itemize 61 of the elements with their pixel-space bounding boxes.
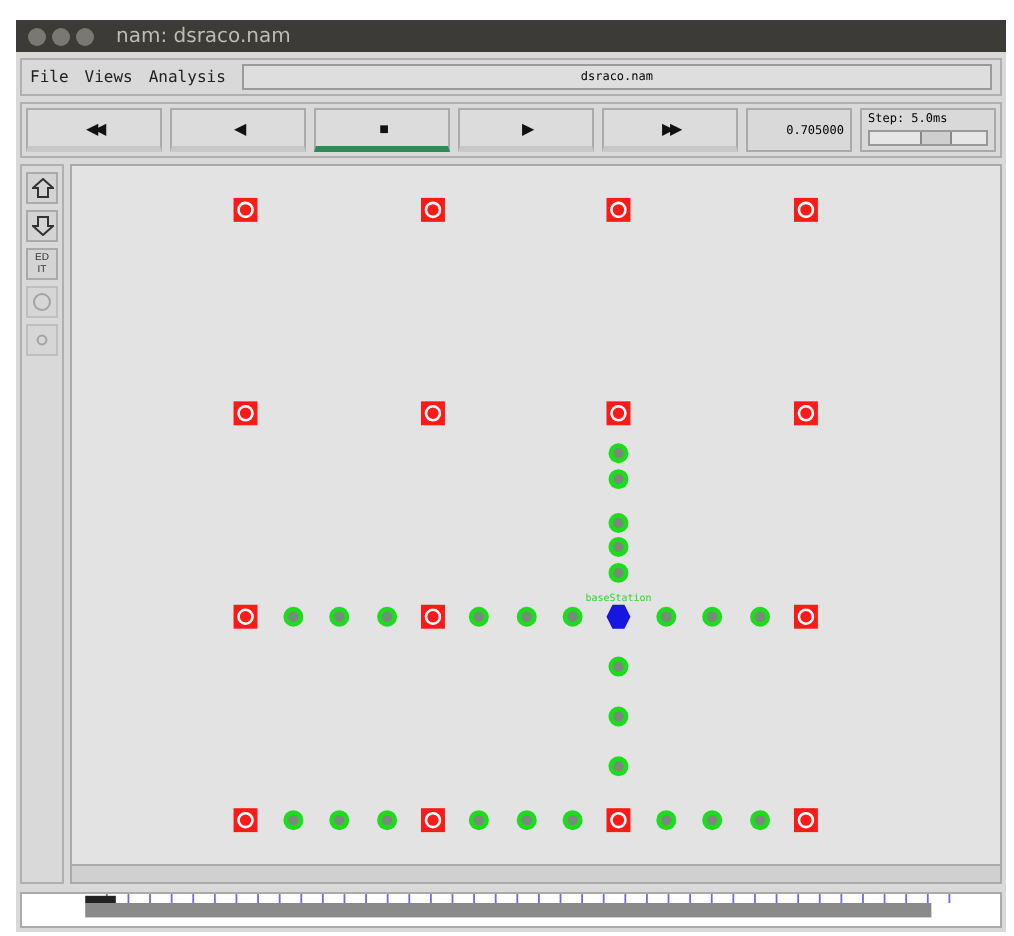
mobile-node[interactable] <box>562 606 583 627</box>
router-node[interactable] <box>233 807 258 832</box>
zoom-in-button[interactable] <box>26 171 58 204</box>
router-node[interactable] <box>606 197 631 222</box>
router-node[interactable] <box>421 400 445 425</box>
mobile-node[interactable] <box>608 442 629 463</box>
mobile-node[interactable] <box>468 809 489 830</box>
mobile-node[interactable] <box>608 706 629 726</box>
mobile-node[interactable] <box>608 656 629 677</box>
router-node[interactable] <box>793 400 818 425</box>
playback-button[interactable]: ▶▶ <box>602 108 738 152</box>
mobile-node[interactable] <box>329 809 350 830</box>
playback-button[interactable]: ■ <box>314 108 450 152</box>
step-slider[interactable] <box>868 130 988 147</box>
mobile-node[interactable] <box>377 606 398 627</box>
close-button[interactable] <box>28 27 46 46</box>
timeline-drawing[interactable] <box>20 891 1002 928</box>
playback-button[interactable]: ◀ <box>170 108 306 152</box>
mobile-node[interactable] <box>702 606 723 627</box>
router-node[interactable] <box>421 197 445 222</box>
mobile-node[interactable] <box>283 809 304 830</box>
minimize-button[interactable] <box>52 27 70 46</box>
router-node[interactable] <box>421 604 445 629</box>
zoom-out-button[interactable] <box>26 209 58 242</box>
mobile-node[interactable] <box>283 606 304 627</box>
mobile-node[interactable] <box>562 809 583 830</box>
mobile-node[interactable] <box>608 512 629 533</box>
mobile-node[interactable] <box>516 809 537 830</box>
mobile-node[interactable] <box>329 606 350 627</box>
menu-item[interactable]: Views <box>84 68 133 87</box>
mobile-node[interactable] <box>702 809 723 830</box>
router-node[interactable] <box>606 400 631 425</box>
router-node[interactable] <box>421 807 445 832</box>
router-node[interactable] <box>233 197 258 222</box>
router-node[interactable] <box>793 604 818 629</box>
mobile-node[interactable] <box>750 809 771 830</box>
circle-icon <box>36 333 48 346</box>
base-station-node[interactable] <box>606 604 631 629</box>
mobile-node[interactable] <box>516 606 537 627</box>
maximize-button[interactable] <box>76 27 94 46</box>
router-node[interactable] <box>793 807 818 832</box>
mobile-node[interactable] <box>608 468 629 489</box>
mobile-node[interactable] <box>608 536 629 557</box>
mobile-node[interactable] <box>750 606 771 627</box>
router-node[interactable] <box>606 807 631 832</box>
router-node[interactable] <box>793 197 818 222</box>
menu-item[interactable]: File <box>30 68 69 87</box>
playback-button[interactable]: ◀◀ <box>26 108 162 152</box>
mobile-node[interactable] <box>656 606 677 627</box>
mobile-node[interactable] <box>656 809 677 830</box>
router-node[interactable] <box>233 400 258 425</box>
mobile-node[interactable] <box>608 755 629 776</box>
slider-thumb[interactable] <box>919 132 952 145</box>
mobile-node[interactable] <box>608 562 629 583</box>
menu-item[interactable]: Analysis <box>148 68 226 87</box>
playback-button[interactable]: ▶ <box>458 108 594 152</box>
router-node[interactable] <box>233 604 258 629</box>
circle-icon <box>32 291 52 312</box>
window-title: nam: dsraco.nam <box>116 25 291 48</box>
mobile-node[interactable] <box>377 809 398 830</box>
mobile-node[interactable] <box>468 606 489 627</box>
